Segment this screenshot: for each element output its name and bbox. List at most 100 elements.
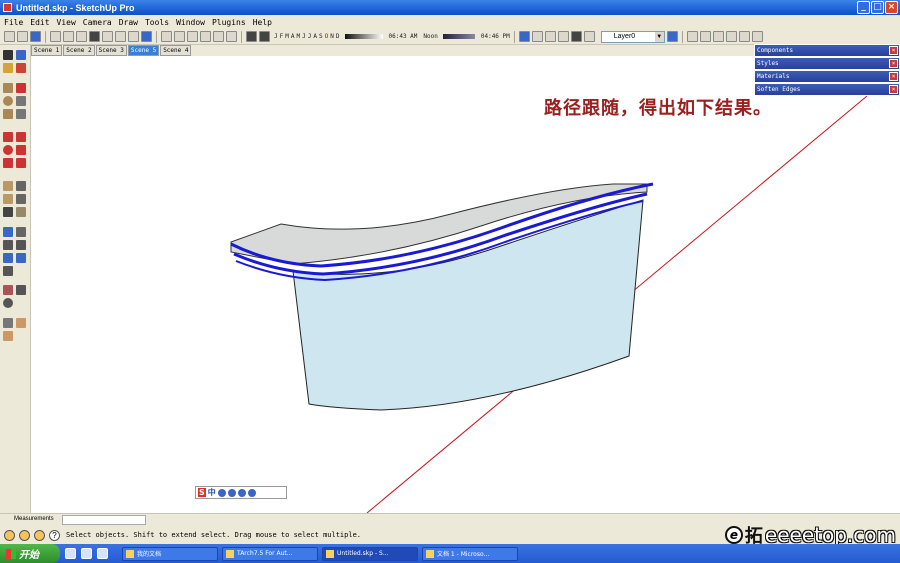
task-word[interactable]: 文档 1 - Microso...	[422, 546, 518, 561]
minimize-button[interactable]: _	[857, 1, 870, 14]
menu-help[interactable]: Help	[253, 18, 272, 27]
next-view-icon[interactable]	[16, 253, 26, 263]
shadow-settings-icon[interactable]	[246, 31, 257, 42]
text-icon[interactable]	[16, 194, 26, 204]
select-icon[interactable]	[3, 50, 13, 60]
close-button[interactable]: ×	[885, 1, 898, 14]
dimension-icon[interactable]	[16, 181, 26, 191]
ime-logo-icon[interactable]: S	[198, 488, 206, 497]
sandbox-icon[interactable]	[3, 331, 13, 341]
polygon-icon[interactable]	[3, 109, 13, 119]
help-icon[interactable]: ?	[49, 529, 60, 541]
menu-draw[interactable]: Draw	[119, 18, 138, 27]
quicklaunch-ie-icon[interactable]	[81, 548, 92, 559]
moon-icon[interactable]	[217, 488, 226, 497]
chevron-down-icon[interactable]: ▼	[654, 31, 664, 42]
tray-soften-edges[interactable]: Soften Edges ×	[754, 83, 900, 96]
menu-tools[interactable]: Tools	[145, 18, 169, 27]
protractor-icon[interactable]	[3, 194, 13, 204]
camera-left-icon[interactable]	[226, 31, 237, 42]
credits-icon[interactable]	[19, 529, 30, 541]
camera-right-icon[interactable]	[200, 31, 211, 42]
open-file-icon[interactable]	[17, 31, 28, 42]
close-icon[interactable]: ×	[889, 72, 898, 81]
position-camera-icon[interactable]	[3, 285, 13, 295]
menu-file[interactable]: File	[4, 18, 23, 27]
look-around-icon[interactable]	[3, 298, 13, 308]
menu-camera[interactable]: Camera	[83, 18, 112, 27]
tab-scene-2[interactable]: Scene 2	[63, 45, 95, 56]
maximize-button[interactable]: □	[871, 1, 884, 14]
scale-icon[interactable]	[3, 158, 13, 168]
tab-scene-3[interactable]: Scene 3	[95, 45, 127, 56]
task-sketchup[interactable]: Untitled.skp - S...	[322, 546, 418, 561]
paste-icon[interactable]	[76, 31, 87, 42]
start-button[interactable]: 开始	[0, 544, 60, 563]
menu-window[interactable]: Window	[176, 18, 205, 27]
wireframe-icon[interactable]	[531, 31, 543, 42]
hidden-line-icon[interactable]	[544, 31, 556, 42]
display-shadows-icon[interactable]	[259, 31, 270, 42]
cut-icon[interactable]	[50, 31, 61, 42]
display-section-icon[interactable]	[16, 318, 26, 328]
zoom-window-icon[interactable]	[16, 240, 26, 250]
task-tarch[interactable]: TArch7.5 For Aut...	[222, 546, 318, 561]
warehouse-icon[interactable]	[738, 31, 750, 42]
geo-location-icon[interactable]	[4, 529, 15, 541]
punctuation-icon[interactable]	[227, 488, 236, 497]
make-component-icon[interactable]	[16, 50, 26, 60]
orbit-icon[interactable]	[3, 227, 13, 237]
tab-scene-4[interactable]: Scene 4	[160, 45, 192, 56]
share-model-icon[interactable]	[751, 31, 763, 42]
time-slider-afternoon[interactable]	[442, 34, 475, 39]
ime-toolbar[interactable]: S 中	[195, 486, 287, 499]
section-plane-icon[interactable]	[3, 318, 13, 328]
zoom-icon[interactable]	[3, 240, 13, 250]
print-icon[interactable]	[128, 31, 139, 42]
rectangle-icon[interactable]	[3, 83, 13, 93]
tape-measure-icon[interactable]	[3, 181, 13, 191]
shaded-textures-icon[interactable]	[570, 31, 582, 42]
freehand-icon[interactable]	[16, 109, 26, 119]
model-info-icon[interactable]	[141, 31, 152, 42]
eraser-icon[interactable]	[16, 63, 26, 73]
close-icon[interactable]: ×	[889, 46, 898, 55]
keyboard-icon[interactable]	[237, 488, 246, 497]
circle-icon[interactable]	[3, 96, 13, 106]
zoom-extents-icon[interactable]	[3, 266, 13, 276]
erase-icon[interactable]	[89, 31, 100, 42]
previous-view-icon[interactable]	[3, 253, 13, 263]
layer-dropdown[interactable]: Layer0 ▼	[600, 30, 665, 43]
user-icon[interactable]	[34, 529, 45, 541]
pan-icon[interactable]	[16, 227, 26, 237]
ime-mode[interactable]: 中	[208, 487, 216, 498]
redo-icon[interactable]	[115, 31, 126, 42]
shadow-months[interactable]: J F M A M J J A S O N D	[274, 33, 340, 40]
copy-icon[interactable]	[63, 31, 74, 42]
layer-manager-icon[interactable]	[666, 31, 678, 42]
tab-scene-5[interactable]: Scene 5	[127, 45, 160, 56]
menu-view[interactable]: View	[57, 18, 76, 27]
tab-scene-1[interactable]: Scene 1	[31, 45, 63, 56]
move-icon[interactable]	[3, 132, 13, 142]
tools-icon[interactable]	[247, 488, 256, 497]
tray-components[interactable]: Components ×	[754, 44, 900, 57]
camera-iso-icon[interactable]	[161, 31, 172, 42]
undo-icon[interactable]	[102, 31, 113, 42]
3d-text-icon[interactable]	[16, 207, 26, 217]
camera-back-icon[interactable]	[213, 31, 224, 42]
paint-bucket-icon[interactable]	[3, 63, 13, 73]
rotate-icon[interactable]	[3, 145, 13, 155]
new-file-icon[interactable]	[4, 31, 15, 42]
follow-me-icon[interactable]	[16, 145, 26, 155]
tray-materials[interactable]: Materials ×	[754, 70, 900, 83]
tray-styles[interactable]: Styles ×	[754, 57, 900, 70]
model-canvas[interactable]	[31, 56, 900, 513]
quicklaunch-desktop-icon[interactable]	[65, 548, 76, 559]
task-my-documents[interactable]: 我的文档	[122, 546, 218, 561]
quicklaunch-browser-icon[interactable]	[97, 548, 108, 559]
shaded-icon[interactable]	[557, 31, 569, 42]
close-icon[interactable]: ×	[889, 85, 898, 94]
camera-top-icon[interactable]	[174, 31, 185, 42]
walk-icon[interactable]	[16, 285, 26, 295]
